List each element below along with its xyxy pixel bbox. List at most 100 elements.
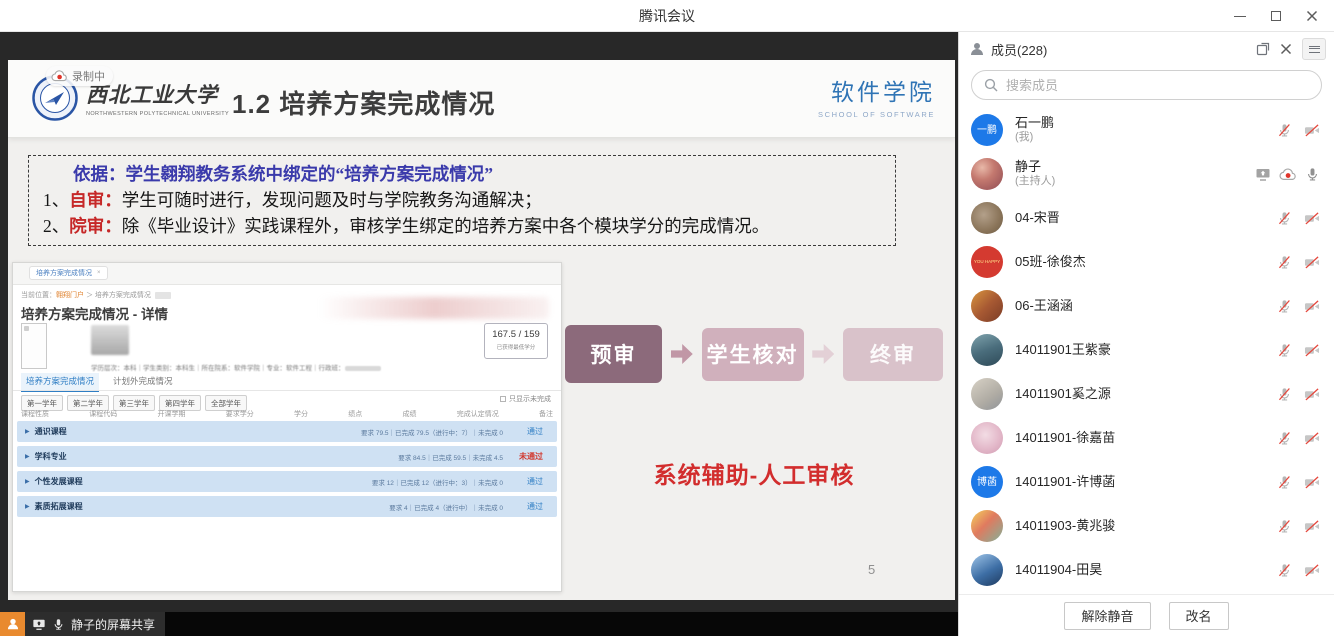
unmute-button[interactable]: 解除静音 [1064, 602, 1150, 630]
avatar [971, 554, 1003, 586]
page-number: 5 [868, 562, 875, 577]
member-row[interactable]: 14011903-黄兆骏 [959, 504, 1334, 548]
mic-muted-icon [1277, 475, 1292, 490]
member-name: 14011901王紫豪 [1015, 342, 1111, 358]
module-detail: 要求 84.5｜已完成 59.5｜未完成 4.5 [398, 452, 503, 462]
camera-muted-icon [1304, 211, 1320, 226]
avatar [971, 290, 1003, 322]
module-detail: 要求 4｜已完成 4（进行中）｜未完成 0 [389, 502, 503, 512]
blurred-highlight [319, 297, 549, 319]
module-name: 个性发展课程 [35, 476, 83, 487]
credit-score-badge: 167.5 / 159 已获得最低学分 [484, 323, 548, 359]
member-name: 14011903-黄兆骏 [1015, 518, 1115, 534]
notes-box: 依据：学生翱翔教务系统中绑定的“培养方案完成情况” 1、自审：学生可随时进行，发… [28, 155, 896, 246]
member-row[interactable]: 14011901王紫豪 [959, 328, 1334, 372]
member-name: 14011901-徐嘉苗 [1015, 430, 1115, 446]
table-row: ▶ 个性发展课程 要求 12｜已完成 12（进行中：3）｜未完成 0 通过 [17, 471, 557, 492]
mic-icon [52, 618, 65, 631]
member-row[interactable]: 14011904-田昊 [959, 548, 1334, 592]
member-row[interactable]: 06-王涵涵 [959, 284, 1334, 328]
member-row-host[interactable]: 静子(主持人) [959, 152, 1334, 196]
presentation-slide: 录制中 西北工业大学 NORTHWESTERN POLYTECHNICAL UN… [8, 60, 955, 600]
maximize-button[interactable] [1262, 3, 1290, 29]
member-list[interactable]: 一鹏 石一鹏(我) 静子(主持人) 04-宋晋 YOU HAPPY 05班-徐俊… [959, 108, 1334, 594]
members-panel-header: 成员(228) [959, 32, 1334, 62]
member-row[interactable]: 14011901-徐嘉苗 [959, 416, 1334, 460]
close-button[interactable] [1298, 3, 1326, 29]
slide-caption: 系统辅助-人工审核 [565, 456, 943, 490]
window-title: 腾讯会议 [0, 0, 1334, 32]
mic-muted-icon [1277, 255, 1292, 270]
member-row[interactable]: YOU HAPPY 05班-徐俊杰 [959, 240, 1334, 284]
menu-icon [1309, 46, 1320, 53]
student-info-line: 学历层次：本科｜学生类别：本科生｜所在院系：软件学院｜专业：软件工程｜行政班： [91, 362, 471, 372]
member-role: (主持人) [1015, 175, 1055, 189]
note-line3-label: 院审： [69, 216, 122, 236]
student-portrait-blurred [91, 325, 129, 355]
browser-tabstrip: 培养方案完成情况 × [13, 263, 561, 285]
school-name-en: SCHOOL OF SOFTWARE [818, 110, 935, 119]
popout-panel-button[interactable] [1256, 42, 1270, 56]
member-name: 石一鹏 [1015, 115, 1054, 131]
camera-muted-icon [1304, 299, 1320, 314]
mic-muted-icon [1277, 431, 1292, 446]
member-row[interactable]: 博菡 14011901-许博菡 [959, 460, 1334, 504]
mic-muted-icon [1277, 299, 1292, 314]
checkbox-icon [500, 396, 506, 402]
note-line2: 学生可随时进行，发现问题及时与学院教务沟通解决； [122, 190, 542, 210]
screen-share-icon [1255, 167, 1271, 182]
note-line2-label: 自审： [69, 190, 122, 210]
member-name: 06-王涵涵 [1015, 298, 1073, 314]
member-name: 14011901奚之源 [1015, 386, 1111, 402]
school-logo: 软件学院 SCHOOL OF SOFTWARE [818, 73, 935, 119]
mic-muted-icon [1277, 211, 1292, 226]
arrow-right-icon [671, 344, 693, 364]
camera-muted-icon [1304, 519, 1320, 534]
mic-muted-icon [1277, 387, 1292, 402]
presenter-chip: 静子的屏幕共享 [25, 612, 165, 636]
member-search-box[interactable] [971, 70, 1322, 100]
camera-muted-icon [1304, 123, 1320, 138]
avatar [971, 422, 1003, 454]
module-name: 通识课程 [35, 426, 67, 437]
close-panel-button[interactable] [1280, 43, 1292, 55]
search-input[interactable] [1006, 78, 1309, 93]
flow-step-final: 终审 [843, 328, 943, 381]
mic-muted-icon [1277, 123, 1292, 138]
tab-close-icon: × [97, 270, 101, 276]
member-row[interactable]: 一鹏 石一鹏(我) [959, 108, 1334, 152]
arrow-right-icon [812, 344, 834, 364]
member-row[interactable]: 14011901奚之源 [959, 372, 1334, 416]
member-name: 静子 [1015, 159, 1055, 175]
slide-header: 录制中 西北工业大学 NORTHWESTERN POLYTECHNICAL UN… [8, 60, 955, 138]
table-row: ▶ 学科专业 要求 84.5｜已完成 59.5｜未完成 4.5 未通过 [17, 446, 557, 467]
minimize-button[interactable] [1226, 3, 1254, 29]
note-line2-prefix: 1、 [43, 190, 69, 210]
member-role: (我) [1015, 131, 1054, 145]
status-badge: 通过 [527, 476, 543, 487]
presenter-label: 静子的屏幕共享 [71, 616, 155, 633]
slide-title: 1.2 培养方案完成情况 [232, 84, 495, 121]
member-name: 04-宋晋 [1015, 210, 1060, 226]
credit-score-label: 已获得最低学分 [485, 343, 547, 351]
shared-screen-area: 录制中 西北工业大学 NORTHWESTERN POLYTECHNICAL UN… [0, 32, 958, 636]
note-line3-prefix: 2、 [43, 216, 69, 236]
camera-muted-icon [1304, 475, 1320, 490]
table-row: ▶ 素质拓展课程 要求 4｜已完成 4（进行中）｜未完成 0 通过 [17, 496, 557, 517]
avatar [971, 334, 1003, 366]
member-name: 14011904-田昊 [1015, 562, 1102, 578]
review-flow: 预审 学生核对 终审 [565, 324, 943, 384]
members-icon [969, 41, 985, 57]
mic-muted-icon [1277, 519, 1292, 534]
browser-tab: 培养方案完成情况 × [29, 266, 108, 280]
breadcrumb-action-chip [155, 292, 171, 299]
rename-button[interactable]: 改名 [1169, 602, 1229, 630]
presenter-icon [0, 612, 25, 636]
member-row[interactable]: 04-宋晋 [959, 196, 1334, 240]
credit-score: 167.5 / 159 [485, 329, 547, 340]
university-name-en: NORTHWESTERN POLYTECHNICAL UNIVERSITY [86, 111, 229, 117]
panel-menu-button[interactable] [1302, 38, 1326, 60]
camera-muted-icon [1304, 255, 1320, 270]
note-line1: 学生翱翔教务系统中绑定的“培养方案完成情况” [126, 164, 494, 184]
camera-muted-icon [1304, 343, 1320, 358]
